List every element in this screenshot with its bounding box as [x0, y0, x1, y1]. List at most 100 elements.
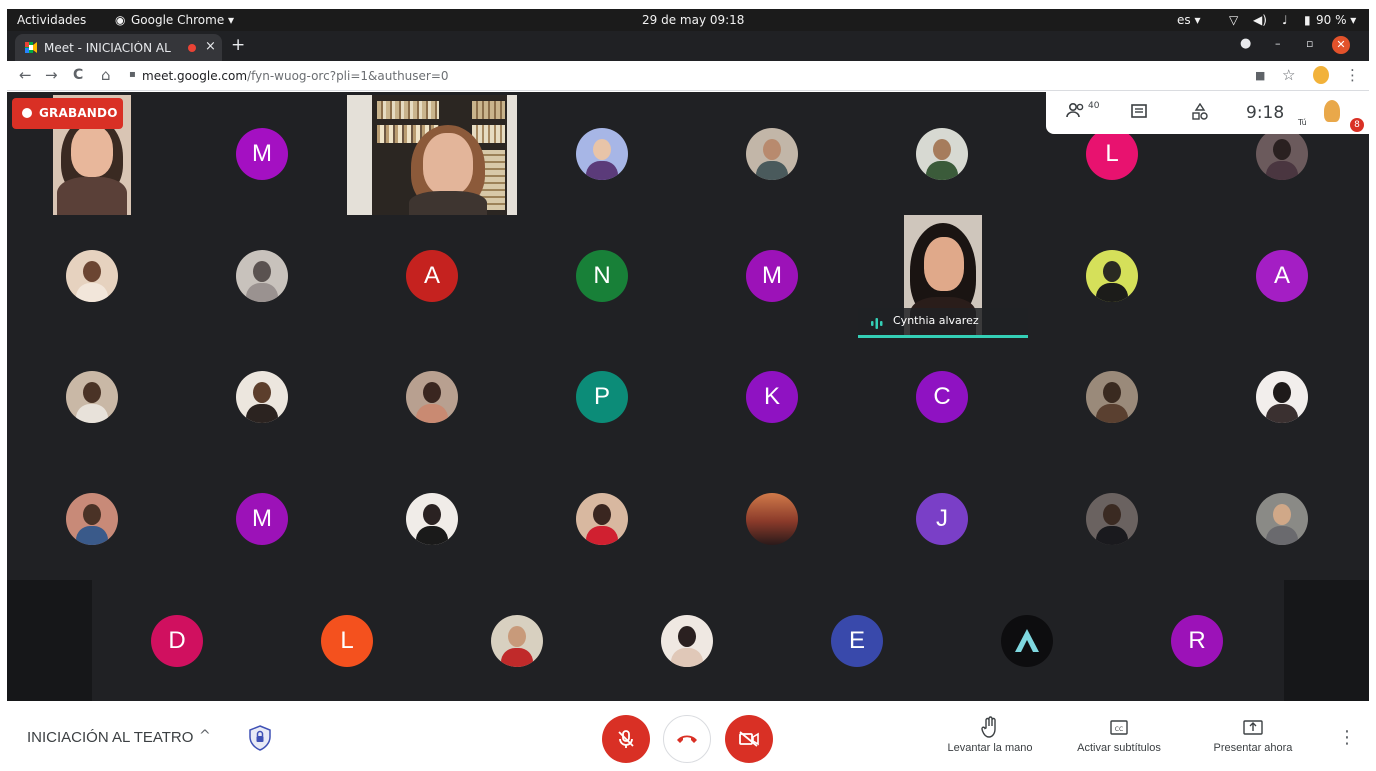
- camera-off-button[interactable]: [725, 715, 773, 763]
- participant-avatar-e[interactable]: E: [831, 615, 883, 667]
- participant-avatar-c[interactable]: C: [916, 371, 968, 423]
- participant-avatar-l1[interactable]: L: [1086, 128, 1138, 180]
- present-now-button[interactable]: Presentar ahora: [1198, 716, 1308, 754]
- participant-photo-avatar[interactable]: [1256, 128, 1308, 180]
- back-button[interactable]: ←: [19, 66, 32, 84]
- participant-avatar-p[interactable]: P: [576, 371, 628, 423]
- participant-photo-avatar[interactable]: [1256, 493, 1308, 545]
- participant-avatar-l2[interactable]: L: [321, 615, 373, 667]
- participant-avatar-n[interactable]: N: [576, 250, 628, 302]
- tab-close-button[interactable]: ×: [205, 39, 216, 54]
- avatar-letter: C: [933, 383, 951, 410]
- avatar-letter: J: [936, 505, 948, 532]
- restore-button[interactable]: ▫: [1306, 37, 1313, 50]
- language-selector[interactable]: es ▾: [1177, 13, 1200, 27]
- participant-photo-avatar[interactable]: [661, 615, 713, 667]
- screen: Actividades ◉ Google Chrome ▾ 29 de may …: [0, 0, 1376, 771]
- meeting-title[interactable]: INICIACIÓN AL TEATRO: [27, 729, 193, 746]
- participant-avatar-m1[interactable]: M: [236, 128, 288, 180]
- activities-panel-button[interactable]: [1191, 102, 1209, 125]
- self-label: Tú: [1298, 118, 1307, 127]
- captions-button[interactable]: CC Activar subtítulos: [1064, 716, 1174, 754]
- meet-top-panel: 40 9:18 Tú 8: [1046, 92, 1369, 134]
- participants-button[interactable]: [1066, 102, 1088, 124]
- url-field[interactable]: meet.google.com/fyn-wuog-orc?pli=1&authu…: [142, 69, 449, 83]
- system-clock[interactable]: 29 de may 09:18: [642, 13, 744, 27]
- camera-in-use-icon[interactable]: ■: [1255, 69, 1265, 82]
- new-tab-button[interactable]: +: [231, 35, 245, 55]
- participant-photo-avatar[interactable]: [1086, 371, 1138, 423]
- minimize-button[interactable]: –: [1275, 37, 1281, 50]
- participant-video-2[interactable]: [347, 95, 517, 215]
- participant-photo-avatar[interactable]: [746, 493, 798, 545]
- participant-photo-avatar[interactable]: [236, 371, 288, 423]
- captions-icon: CC: [1110, 720, 1128, 735]
- participant-avatar-m2[interactable]: M: [746, 250, 798, 302]
- participant-avatar-a1[interactable]: A: [406, 250, 458, 302]
- participant-photo-avatar[interactable]: [746, 128, 798, 180]
- browser-tab-strip: Meet - INICIACIÓN AL T × + ● – ▫ ✕: [7, 31, 1369, 61]
- system-top-bar: Actividades ◉ Google Chrome ▾ 29 de may …: [7, 9, 1369, 31]
- profile-avatar[interactable]: [1313, 66, 1329, 84]
- battery-level[interactable]: 90 % ▾: [1316, 13, 1356, 27]
- filler-left: [7, 580, 92, 701]
- participant-photo-avatar[interactable]: [576, 493, 628, 545]
- participant-photo-avatar[interactable]: [66, 371, 118, 423]
- microphone-off-button[interactable]: [602, 715, 650, 763]
- participant-avatar-j[interactable]: J: [916, 493, 968, 545]
- chevron-up-icon[interactable]: ^: [199, 728, 211, 744]
- home-button[interactable]: ⌂: [101, 66, 111, 84]
- participant-avatar-a2[interactable]: A: [1256, 250, 1308, 302]
- camera-off-icon: [739, 731, 759, 747]
- avatar-letter: A: [1273, 262, 1290, 289]
- more-options-button[interactable]: ⋮: [1338, 727, 1356, 748]
- participant-photo-avatar[interactable]: [1256, 371, 1308, 423]
- browser-tab-meet[interactable]: Meet - INICIACIÓN AL T ×: [15, 34, 222, 61]
- participant-photo-avatar[interactable]: [1086, 250, 1138, 302]
- participant-photo-avatar[interactable]: [66, 493, 118, 545]
- participant-avatar-k[interactable]: K: [746, 371, 798, 423]
- participant-avatar-r[interactable]: R: [1171, 615, 1223, 667]
- participant-photo-avatar[interactable]: [491, 615, 543, 667]
- close-window-button[interactable]: ✕: [1332, 36, 1350, 54]
- tab-recording-icon: [188, 44, 196, 52]
- tab-search-icon[interactable]: ●: [1240, 36, 1251, 51]
- avatar-letter: A: [423, 262, 440, 289]
- raise-hand-button[interactable]: Levantar la mano: [935, 716, 1045, 754]
- reload-button[interactable]: C: [73, 67, 83, 83]
- hang-up-icon: [677, 735, 697, 743]
- participant-photo-avatar[interactable]: [1086, 493, 1138, 545]
- avatar-letter: M: [252, 505, 272, 532]
- participant-photo-avatar[interactable]: [406, 371, 458, 423]
- participant-photo-avatar[interactable]: [66, 250, 118, 302]
- meeting-clock: 9:18: [1246, 103, 1285, 123]
- bookmark-star-icon[interactable]: ☆: [1282, 66, 1295, 84]
- avatar-letter: N: [593, 262, 611, 289]
- forward-button[interactable]: →: [45, 66, 58, 84]
- url-path: /fyn-wuog-orc?pli=1&authuser=0: [247, 69, 449, 83]
- participant-photo-avatar[interactable]: [236, 250, 288, 302]
- recording-badge: GRABANDO: [12, 98, 123, 129]
- avatar-letter: D: [168, 627, 186, 654]
- self-avatar[interactable]: [1324, 100, 1340, 122]
- meet-control-bar: INICIACIÓN AL TEATRO ^ Levantar la mano …: [7, 701, 1369, 771]
- lock-icon[interactable]: ▪: [129, 69, 136, 80]
- participant-avatar-d[interactable]: D: [151, 615, 203, 667]
- present-label: Presentar ahora: [1213, 742, 1293, 754]
- app-menu[interactable]: Google Chrome ▾: [131, 13, 234, 27]
- hand-icon: [981, 716, 996, 738]
- host-controls-shield-icon[interactable]: [248, 725, 272, 751]
- participant-photo-avatar[interactable]: [406, 493, 458, 545]
- participant-photo-avatar[interactable]: [576, 128, 628, 180]
- activities-button[interactable]: Actividades: [17, 13, 86, 27]
- volume-icon: ◀): [1253, 13, 1267, 27]
- leave-call-button[interactable]: [663, 715, 711, 763]
- assassins-creed-logo-avatar[interactable]: [1001, 615, 1053, 667]
- participant-photo-avatar[interactable]: [916, 128, 968, 180]
- chrome-menu-button[interactable]: ⋮: [1345, 66, 1360, 84]
- participant-avatar-m3[interactable]: M: [236, 493, 288, 545]
- avatar-letter: M: [762, 262, 782, 289]
- chat-button[interactable]: [1130, 103, 1148, 125]
- chrome-icon: ◉: [115, 13, 126, 27]
- logo-icon: [1015, 629, 1039, 652]
